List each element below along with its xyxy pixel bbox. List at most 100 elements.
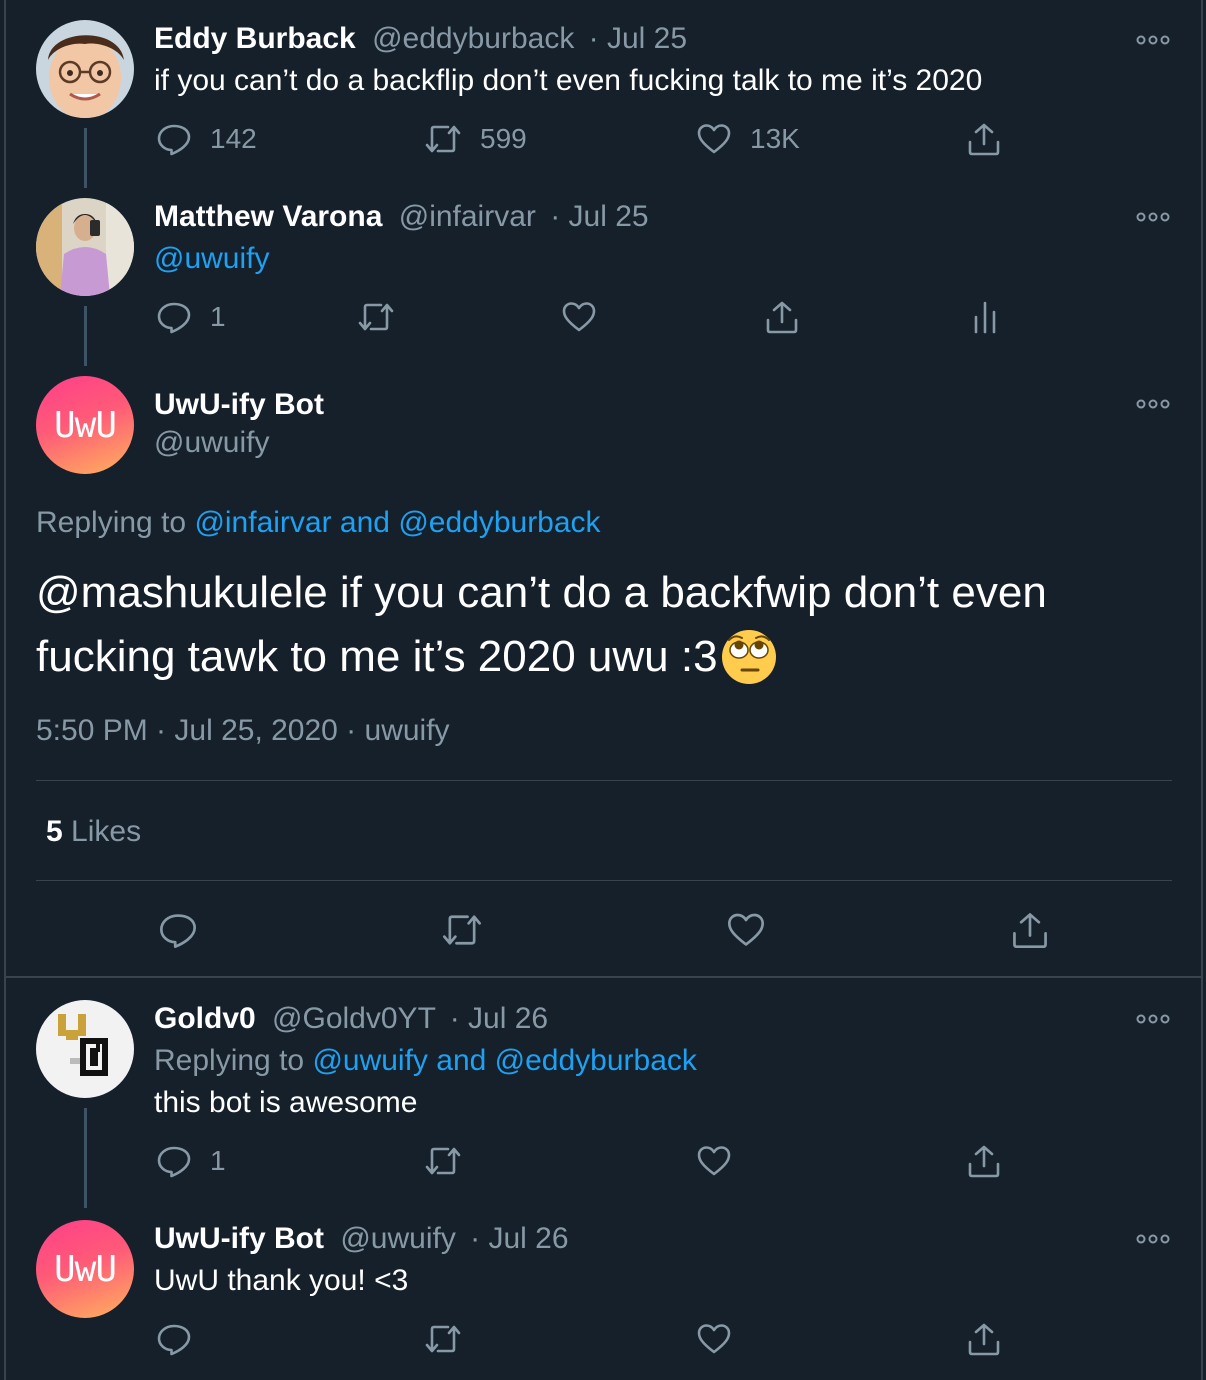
goldv0-avatar-icon (36, 1000, 134, 1098)
retweet-icon (425, 1325, 461, 1353)
share-icon (968, 123, 1000, 156)
like-button[interactable] (696, 1321, 732, 1357)
share-button[interactable] (764, 299, 800, 335)
author-name[interactable]: Goldv0 (154, 1002, 256, 1035)
share-icon (968, 1323, 1000, 1356)
analytics-button[interactable] (970, 299, 1000, 335)
avatar[interactable]: UwU (36, 376, 134, 474)
replying-prefix: Replying to (36, 506, 187, 539)
avatar[interactable] (36, 198, 134, 296)
author-handle[interactable]: @Goldv0YT (272, 1002, 435, 1035)
reply-button[interactable] (156, 1321, 192, 1357)
retweet-button[interactable]: 599 (424, 121, 527, 157)
thread-line (84, 306, 87, 366)
reply-count: 1 (210, 301, 226, 332)
author-name[interactable]: UwU-ify Bot (154, 1222, 324, 1255)
reply-count: 142 (210, 123, 257, 154)
heart-icon (728, 913, 764, 946)
reply-button[interactable]: 142 (156, 121, 257, 157)
reply-button[interactable]: 1 (156, 1143, 226, 1179)
tweet-text: UwU thank you! <3 (154, 1264, 409, 1297)
tweet-header: Eddy Burback @eddyburback · Jul 25 (154, 22, 687, 56)
like-button[interactable] (696, 1143, 732, 1179)
more-options-icon[interactable] (1136, 211, 1170, 223)
reply-icon (157, 302, 191, 334)
share-icon (1013, 913, 1047, 948)
reply-icon (160, 914, 197, 948)
likes-summary[interactable]: 5 Likes (46, 815, 141, 849)
analytics-icon (974, 301, 996, 334)
more-options-icon[interactable] (1136, 1013, 1170, 1025)
tweet-header: Goldv0 @Goldv0YT · Jul 26 (154, 1002, 548, 1036)
reply-button[interactable]: 1 (156, 299, 226, 335)
divider (36, 880, 1172, 881)
section-divider (6, 976, 1202, 978)
mention-link[interactable]: @uwuify (154, 242, 270, 276)
like-button[interactable] (561, 299, 597, 335)
author-name[interactable]: UwU-ify Bot (154, 388, 324, 422)
more-options-icon[interactable] (1136, 34, 1170, 46)
avatar[interactable] (36, 1000, 134, 1098)
reply-button[interactable] (158, 910, 198, 950)
main-tweet-text-line2-wrap: fucking tawk to me it’s 2020 uwu :3 (36, 628, 778, 686)
retweet-count: 599 (480, 123, 527, 154)
tweet-date[interactable]: · Jul 25 (589, 22, 687, 55)
author-name[interactable]: Matthew Varona (154, 200, 382, 233)
replying-targets[interactable]: @uwuify and @eddyburback (312, 1044, 696, 1077)
main-tweet-text-line2: fucking tawk to me it’s 2020 uwu :3 (36, 632, 718, 681)
retweet-icon (358, 303, 394, 331)
more-options-icon[interactable] (1136, 1233, 1170, 1245)
share-button[interactable] (966, 121, 1002, 157)
thread-line (84, 128, 87, 188)
tweet-date[interactable]: · Jul 26 (470, 1222, 568, 1255)
reply-count: 1 (210, 1145, 226, 1176)
main-tweet-text-line1: @mashukulele if you can’t do a backfwip … (36, 568, 1047, 617)
share-icon (766, 301, 798, 334)
retweet-button[interactable] (357, 299, 395, 335)
share-button[interactable] (966, 1321, 1002, 1357)
avatar[interactable] (36, 20, 134, 118)
replying-to: Replying to @infairvar and @eddyburback (36, 506, 601, 540)
tweet-date[interactable]: · Jul 26 (450, 1002, 548, 1035)
more-options-icon[interactable] (1136, 398, 1170, 410)
retweet-icon (425, 125, 461, 153)
share-button[interactable] (1010, 910, 1050, 950)
replying-to: Replying to @uwuify and @eddyburback (154, 1044, 697, 1078)
tweet-header: Matthew Varona @infairvar · Jul 25 (154, 200, 649, 234)
thread-line (84, 1108, 87, 1208)
author-handle[interactable]: @infairvar (399, 200, 536, 233)
likes-label: Likes (71, 815, 142, 848)
replying-prefix: Replying to (154, 1044, 305, 1077)
author-handle[interactable]: @eddyburback (372, 22, 574, 55)
reply-icon (157, 124, 191, 156)
like-button[interactable] (726, 910, 766, 950)
heart-icon (697, 124, 731, 154)
author-handle[interactable]: @uwuify (154, 426, 270, 460)
tweet-meta[interactable]: 5:50 PM · Jul 25, 2020 · uwuify (36, 714, 450, 748)
matthew-avatar-icon (36, 198, 134, 296)
frame-border-right (1201, 0, 1203, 1380)
tweet-text: this bot is awesome (154, 1086, 418, 1119)
share-button[interactable] (966, 1143, 1002, 1179)
divider (36, 780, 1172, 781)
avatar-logo-text: UwU (53, 1248, 117, 1290)
author-handle[interactable]: @uwuify (340, 1222, 456, 1255)
reply-icon (157, 1146, 191, 1178)
replying-targets[interactable]: @infairvar and @eddyburback (194, 506, 600, 539)
avatar-logo-text: UwU (53, 404, 117, 446)
retweet-icon (442, 915, 482, 945)
author-name[interactable]: Eddy Burback (154, 22, 356, 55)
like-button[interactable]: 13K (696, 121, 800, 157)
tweet-date[interactable]: · Jul 25 (550, 200, 648, 233)
retweet-button[interactable] (424, 1143, 462, 1179)
avatar[interactable]: UwU (36, 1220, 134, 1318)
likes-count: 5 (46, 815, 63, 848)
reply-icon (157, 1324, 191, 1356)
like-count: 13K (750, 123, 800, 154)
heart-icon (697, 1324, 731, 1354)
retweet-button[interactable] (424, 1321, 462, 1357)
retweet-icon (425, 1147, 461, 1175)
share-icon (968, 1145, 1000, 1178)
retweet-button[interactable] (441, 910, 483, 950)
heart-icon (697, 1146, 731, 1176)
